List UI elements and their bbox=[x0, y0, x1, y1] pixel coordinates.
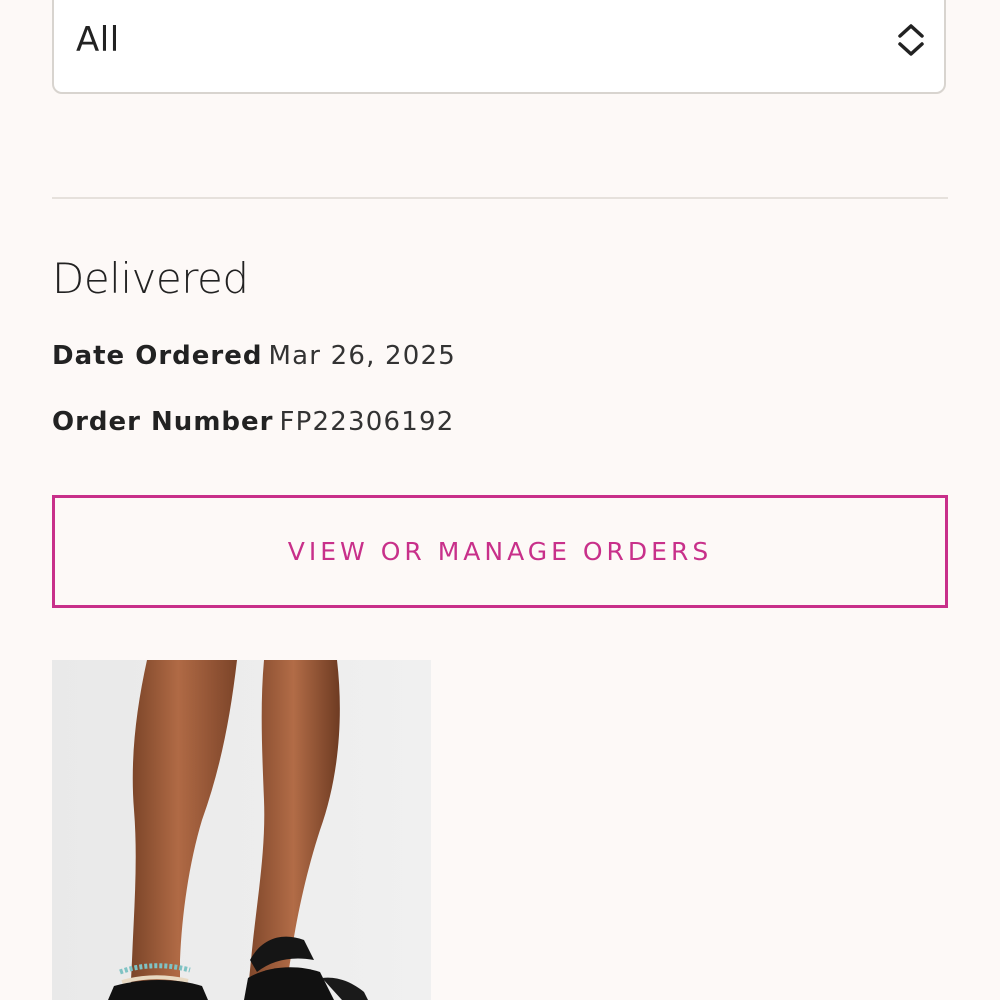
product-photo-sandals bbox=[52, 660, 431, 1000]
order-number-label: Order Number bbox=[52, 407, 274, 437]
section-divider bbox=[52, 197, 948, 199]
order-number-value: FP22306192 bbox=[279, 407, 455, 437]
order-status-title: Delivered bbox=[52, 254, 249, 303]
date-ordered-label: Date Ordered bbox=[52, 341, 263, 371]
date-ordered-value: Mar 26, 2025 bbox=[268, 341, 456, 371]
product-image[interactable] bbox=[52, 660, 431, 1000]
chevron-up-down-icon bbox=[898, 24, 924, 56]
order-number-row: Order Number FP22306192 bbox=[52, 407, 454, 437]
order-filter-select[interactable]: All bbox=[52, 0, 946, 94]
order-history-page: All Delivered Date Ordered Mar 26, 2025 O… bbox=[0, 0, 1000, 1000]
view-manage-orders-label: VIEW OR MANAGE ORDERS bbox=[287, 537, 713, 566]
order-filter-value: All bbox=[76, 20, 120, 60]
view-manage-orders-button[interactable]: VIEW OR MANAGE ORDERS bbox=[52, 495, 948, 608]
date-ordered-row: Date Ordered Mar 26, 2025 bbox=[52, 341, 456, 371]
